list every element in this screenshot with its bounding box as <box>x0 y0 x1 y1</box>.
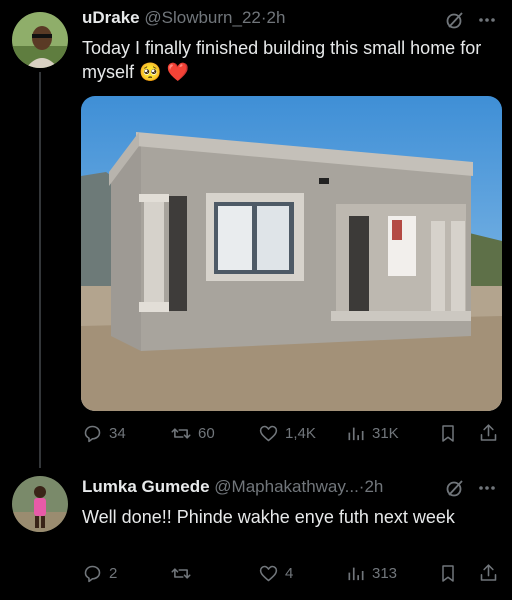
reply-icon <box>84 425 101 443</box>
more-icon[interactable] <box>477 12 497 33</box>
views-icon <box>348 567 364 581</box>
author-handle[interactable]: @Slowburn_22 <box>144 8 261 27</box>
reply-icon <box>84 565 101 583</box>
reply-author-handle[interactable]: @Maphakathway... <box>214 477 359 496</box>
post-timestamp[interactable]: 2h <box>267 8 286 27</box>
reply-count: 2 <box>109 565 118 582</box>
like-count: 1,4K <box>285 425 316 442</box>
post-text: Today I finally finished building this s… <box>82 36 497 84</box>
reply-author-name[interactable]: Lumka Gumede <box>82 477 210 496</box>
reply-timestamp[interactable]: 2h <box>364 477 383 496</box>
avatar[interactable] <box>12 12 68 68</box>
thread-connector-line <box>39 72 41 468</box>
bookmark-icon[interactable] <box>438 423 458 449</box>
reply-header: Lumka Gumede @Maphakathway...·2h <box>82 477 383 497</box>
repost-icon <box>171 428 191 439</box>
views-icon <box>348 427 364 441</box>
views-count: 31K <box>372 425 399 442</box>
share-icon[interactable] <box>478 562 499 589</box>
like-icon <box>259 565 278 582</box>
reply-button[interactable]: 2 <box>82 563 117 584</box>
reply-count: 34 <box>109 425 126 442</box>
house-photo <box>81 96 502 411</box>
like-icon <box>259 425 278 442</box>
grok-icon[interactable] <box>445 478 465 503</box>
repost-button[interactable] <box>170 563 198 584</box>
post-header: uDrake @Slowburn_22·2h <box>82 8 285 28</box>
views-count: 313 <box>372 565 398 582</box>
grok-icon[interactable] <box>445 10 465 35</box>
reply-text: Well done!! Phinde wakhe enye futh next … <box>82 507 455 527</box>
avatar[interactable] <box>12 476 68 532</box>
views-button[interactable]: 313 <box>346 563 397 584</box>
like-button[interactable]: 1,4K <box>258 423 316 444</box>
repost-count: 60 <box>198 425 215 442</box>
reply-button[interactable]: 34 <box>82 423 126 444</box>
repost-button[interactable]: 60 <box>170 423 215 444</box>
author-name[interactable]: uDrake <box>82 8 140 27</box>
repost-icon <box>171 568 191 579</box>
pleading-face-emoji: 🥺 <box>139 62 162 82</box>
post-image[interactable] <box>81 96 502 411</box>
share-icon[interactable] <box>478 422 499 449</box>
heart-emoji: ❤️ <box>166 62 189 82</box>
like-button[interactable]: 4 <box>258 563 293 584</box>
more-icon[interactable] <box>477 480 497 501</box>
views-button[interactable]: 31K <box>346 423 399 444</box>
bookmark-icon[interactable] <box>438 563 458 589</box>
like-count: 4 <box>285 565 294 582</box>
